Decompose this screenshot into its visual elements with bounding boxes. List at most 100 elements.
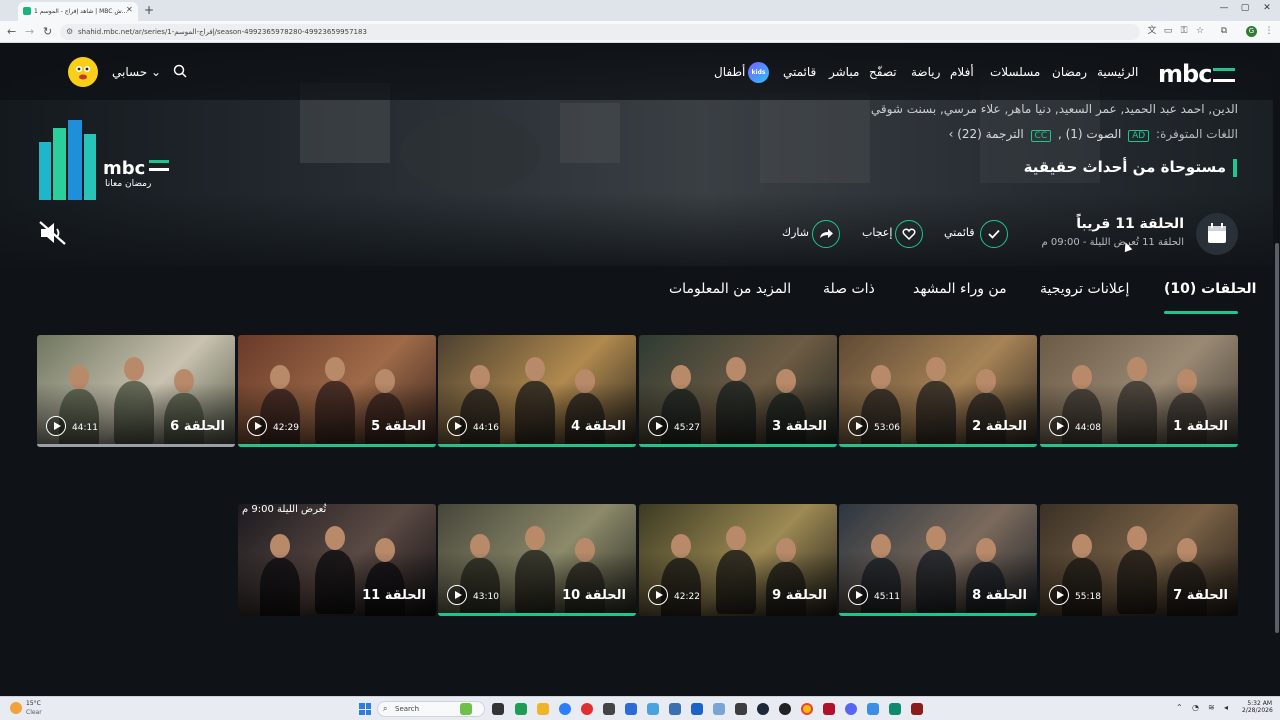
profile-avatar[interactable]: G [1246,26,1257,37]
my-list-label[interactable]: قائمتي [944,226,975,239]
next-episode-title: الحلقة 11 قريباً [1076,216,1184,232]
bookmark-star-icon[interactable]: ☆ [1195,26,1205,36]
add-to-list-button[interactable] [980,220,1008,248]
episode-card[interactable]: الحلقة 9 42:22 [639,504,837,616]
nav-sports[interactable]: رياضة [911,65,940,79]
audio-count[interactable]: الصوت (1) , [1058,127,1121,141]
tab-behind-the-scenes[interactable]: من وراء المشهد [913,281,1007,297]
subtitles-chevron-icon[interactable]: › [949,127,954,141]
card-shade [1040,383,1238,447]
play-icon[interactable] [46,416,66,436]
taskbar-app-taskview-icon[interactable] [492,703,504,715]
episode-card[interactable]: الحلقة 5 42:29 [238,335,436,447]
play-icon[interactable] [1049,585,1069,605]
search-icon[interactable] [172,63,188,79]
episode-card[interactable]: الحلقة 4 44:16 [438,335,636,447]
user-avatar[interactable] [68,57,98,87]
taskbar-app-shahid-icon[interactable] [889,703,901,715]
weather-moon-icon[interactable] [10,702,22,714]
cast-icon[interactable]: ▭ [1163,26,1173,36]
taskbar-app-excel-icon[interactable] [515,703,527,715]
mute-icon[interactable] [38,220,68,246]
tray-volume-icon[interactable]: ◂ [1224,703,1228,712]
taskbar-app-docs-icon[interactable] [669,703,681,715]
taskbar-app-opera-icon[interactable] [581,703,593,715]
window-maximize-button[interactable]: ▢ [1235,3,1255,13]
like-label[interactable]: إعجاب [862,226,892,239]
tray-network-icon[interactable]: ◔ [1192,703,1199,712]
taskbar-app-github-icon[interactable] [779,703,791,715]
taskbar-app-terminal-icon[interactable] [735,703,747,715]
taskbar-app-shield-icon[interactable] [911,703,923,715]
window-close-button[interactable]: ✕ [1257,3,1277,13]
nav-movies[interactable]: أفلام [950,65,974,79]
taskbar-app-word-icon[interactable] [625,703,637,715]
nav-my-list[interactable]: قائمتي [783,65,816,79]
new-tab-button[interactable]: + [144,3,154,17]
episode-card[interactable]: الحلقة 6 44:11 [37,335,235,447]
password-key-icon[interactable]: ⚿ [1179,26,1189,36]
nav-home[interactable]: الرئيسية [1097,65,1138,79]
nav-kids[interactable]: أطفال [714,65,745,79]
taskbar-app-red-icon[interactable] [823,703,835,715]
tab-episodes[interactable]: الحلقات (10) [1164,281,1256,297]
play-icon[interactable] [247,416,267,436]
page-scrollbar-thumb[interactable] [1275,243,1279,633]
nav-live[interactable]: مباشر [829,65,859,79]
share-button[interactable] [812,220,840,248]
account-menu[interactable]: حسابي ⌄ [112,65,161,79]
play-icon[interactable] [447,585,467,605]
episode-card[interactable]: الحلقة 10 43:10 [438,504,636,616]
tab-more-info[interactable]: المزيد من المعلومات [669,281,791,297]
play-icon[interactable] [648,416,668,436]
taskbar-app-files-icon[interactable] [691,703,703,715]
site-info-icon[interactable]: ⚙ [66,27,73,36]
taskbar-app-widget-icon[interactable] [460,703,472,715]
episode-card[interactable]: الحلقة 2 53:06 [839,335,1037,447]
address-bar[interactable]: ⚙ shahid.mbc.net/ar/series/إفراج-الموسم-… [60,24,1140,40]
tab-close-icon[interactable]: ✕ [126,5,133,14]
taskbar-app-discord-icon[interactable] [845,703,857,715]
episode-card[interactable]: الحلقة 3 45:27 [639,335,837,447]
kids-badge-icon[interactable]: kids [748,62,769,83]
tab-promos[interactable]: إعلانات ترويجية [1040,281,1129,297]
tray-chevron-icon[interactable]: ⌃ [1176,703,1183,712]
play-icon[interactable] [447,416,467,436]
mbc-logo[interactable]: mbc [1158,60,1236,88]
taskbar-app-photos-icon[interactable] [713,703,725,715]
browser-tab[interactable]: شاهد إفراج - الموسم 1 | MBC ش... [18,2,138,21]
taskbar-app-edge-icon[interactable] [559,703,571,715]
back-arrow-icon[interactable]: ← [7,25,16,38]
nav-browse[interactable]: تصفّح [869,65,897,79]
taskbar-app-maps-icon[interactable] [867,703,879,715]
reload-icon[interactable]: ↻ [43,25,52,38]
taskbar-app-folder-icon[interactable] [537,703,549,715]
play-icon[interactable] [848,416,868,436]
episode-card[interactable]: الحلقة 8 45:11 [839,504,1037,616]
tab-related[interactable]: ذات صلة [823,281,875,297]
forward-arrow-icon[interactable]: → [25,25,34,38]
play-icon[interactable] [1049,416,1069,436]
tray-wifi-icon[interactable]: ≋ [1208,703,1215,712]
taskbar-app-capcut-icon[interactable] [603,703,615,715]
episode-card[interactable]: الحلقة 1 44:08 [1040,335,1238,447]
episode-card[interactable]: الحلقة 7 55:18 [1040,504,1238,616]
extensions-icon[interactable]: ⧉ [1219,26,1229,36]
window-minimize-button[interactable]: — [1214,3,1234,13]
episode-card[interactable]: الحلقة 11 [238,504,436,616]
windows-start-icon[interactable] [359,703,371,715]
share-label[interactable]: شارك [782,226,809,239]
taskbar-app-steam-icon[interactable] [757,703,769,715]
play-icon[interactable] [648,585,668,605]
like-button[interactable] [895,220,923,248]
nav-ramadan[interactable]: رمضان [1052,65,1087,79]
weather-temperature[interactable]: 15°C [26,700,41,707]
nav-series[interactable]: مسلسلات [990,65,1040,79]
taskbar-clock[interactable]: 5:32 AM 2/28/2026 [1242,700,1273,714]
taskbar-app-store-icon[interactable] [647,703,659,715]
taskbar-app-chrome-icon[interactable] [801,703,813,715]
translate-icon[interactable]: 文 [1147,26,1157,36]
subtitles-count[interactable]: الترجمة (22) [957,127,1024,141]
play-icon[interactable] [848,585,868,605]
browser-menu-icon[interactable]: ⋮ [1264,26,1274,36]
